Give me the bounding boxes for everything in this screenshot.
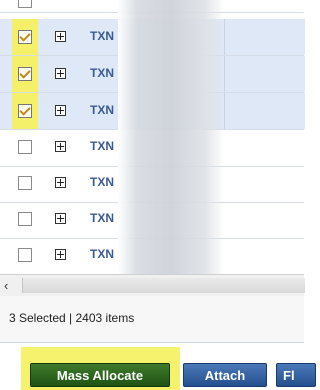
- expand-icon[interactable]: [55, 68, 66, 79]
- action-toolbar: Mass Allocate Attach Fl: [0, 343, 316, 390]
- expand-icon[interactable]: [55, 141, 66, 152]
- transaction-id[interactable]: TXN: [90, 175, 114, 189]
- transactions-grid: TXN TXN TXN TXN TXN TXN TXN: [0, 0, 305, 275]
- row-checkbox[interactable]: [18, 104, 32, 118]
- transaction-id[interactable]: TXN: [90, 139, 114, 153]
- horizontal-scrollbar[interactable]: ‹: [0, 274, 305, 298]
- attach-button[interactable]: Attach: [183, 363, 267, 387]
- transaction-id[interactable]: TXN: [90, 66, 114, 80]
- row-checkbox[interactable]: [18, 212, 32, 226]
- redacted-region: [118, 0, 224, 274]
- expand-icon[interactable]: [55, 31, 66, 42]
- expand-icon[interactable]: [55, 177, 66, 188]
- row-checkbox[interactable]: [18, 176, 32, 190]
- transaction-id[interactable]: TXN: [90, 211, 114, 225]
- row-checkbox[interactable]: [18, 248, 32, 262]
- row-checkbox[interactable]: [18, 30, 32, 44]
- transaction-id[interactable]: TXN: [90, 247, 114, 261]
- transaction-id[interactable]: TXN: [90, 29, 114, 43]
- row-checkbox[interactable]: [18, 67, 32, 81]
- expand-icon[interactable]: [55, 105, 66, 116]
- status-bar: 3 Selected | 2403 items: [0, 296, 304, 343]
- row-checkbox[interactable]: [18, 140, 32, 154]
- scrollbar-track[interactable]: [22, 278, 305, 293]
- row-checkbox[interactable]: [18, 0, 32, 8]
- selection-count-text: 3 Selected | 2403 items: [9, 311, 135, 325]
- scroll-left-icon[interactable]: ‹: [4, 278, 8, 293]
- mass-allocate-button[interactable]: Mass Allocate: [30, 363, 170, 387]
- transaction-id[interactable]: TXN: [90, 103, 114, 117]
- expand-icon[interactable]: [55, 249, 66, 260]
- expand-icon[interactable]: [55, 213, 66, 224]
- truncated-button[interactable]: Fl: [276, 363, 316, 387]
